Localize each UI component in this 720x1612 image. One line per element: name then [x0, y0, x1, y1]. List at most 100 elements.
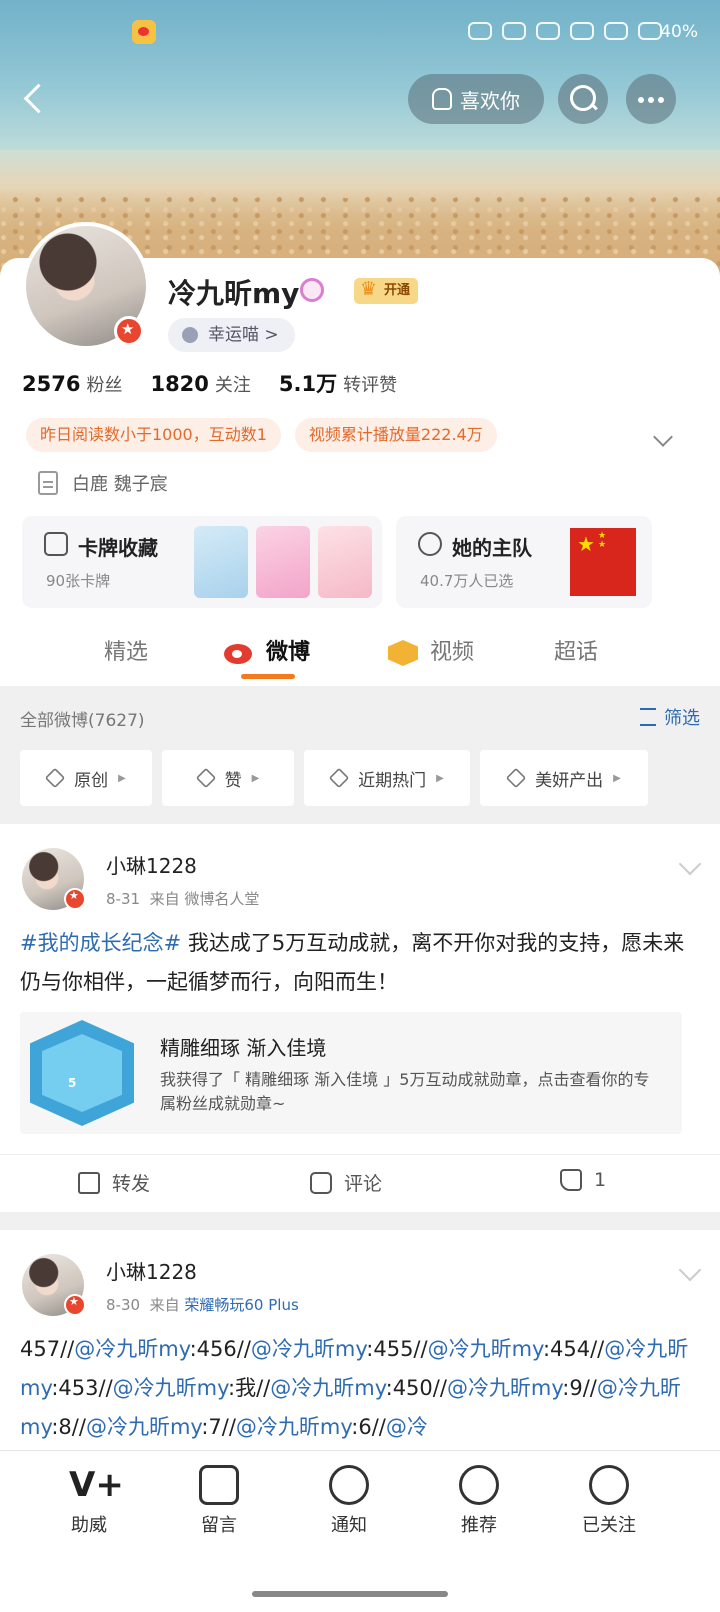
bottom-label: 已关注	[582, 1515, 636, 1536]
tab-featured[interactable]: 精选	[104, 634, 148, 666]
stat-likes[interactable]: 5.1万 转评赞	[279, 368, 397, 398]
layers-icon	[505, 767, 527, 789]
message-button[interactable]: 留言	[174, 1465, 264, 1537]
achievement-card[interactable]: 5 精雕细琢 渐入佳境 我获得了「 精雕细琢 渐入佳境 」5万互动成就勋章，点击…	[20, 1012, 682, 1134]
video-icon	[388, 640, 418, 666]
like-button[interactable]: 1	[560, 1169, 606, 1191]
layers-icon	[44, 767, 66, 789]
filter-button[interactable]: 筛选	[636, 704, 700, 730]
stat-number: 2576	[22, 372, 81, 396]
achievement-description: 我获得了「 精雕细琢 渐入佳境 」5万互动成就勋章，点击查看你的专属粉丝成就勋章…	[160, 1070, 650, 1113]
comment-button[interactable]: 评论	[310, 1169, 382, 1196]
chevron-down-icon[interactable]	[678, 852, 702, 876]
mention-link[interactable]: @冷九昕my	[74, 1337, 189, 1361]
post-text-fragment: :8//	[51, 1415, 86, 1439]
vip-open-badge[interactable]: 开通	[354, 276, 419, 304]
achievement-tags: 昨日阅读数小于1000，互动数1 视频累计播放量222.4万	[26, 418, 497, 452]
notification-icon	[536, 22, 560, 40]
profile-tabs: 精选 微博 视频 超话	[0, 628, 720, 686]
post-meta: 8-30 来自 荣耀畅玩60 Plus	[106, 1294, 299, 1315]
chip-beauty[interactable]: 美妍产出 ▶	[480, 750, 648, 806]
comment-icon	[310, 1171, 332, 1194]
gender-badge-icon	[300, 278, 324, 302]
tab-video[interactable]: 视频	[430, 634, 474, 666]
active-tab-indicator	[241, 674, 295, 679]
card-team[interactable]: 她的主队 40.7万人已选	[396, 516, 652, 608]
chip-original[interactable]: 原创 ▶	[20, 750, 152, 806]
more-button[interactable]	[626, 74, 676, 124]
hand-icon	[432, 88, 452, 110]
mention-link[interactable]: @冷九昕my	[270, 1376, 385, 1400]
mention-link[interactable]: @冷九昕my	[251, 1337, 366, 1361]
post-author[interactable]: 小琳1228	[106, 1256, 197, 1285]
bottom-label: 推荐	[461, 1515, 497, 1536]
filter-chips: 原创 ▶ 赞 ▶ 近期热门 ▶ 美妍产出 ▶	[20, 750, 648, 806]
stat-label: 粉丝	[86, 375, 123, 396]
bottom-label: 留言	[201, 1515, 237, 1536]
post-text-fragment: :6//	[351, 1415, 386, 1439]
mention-link[interactable]: @冷九昕my	[113, 1376, 228, 1400]
card-thumbnail	[318, 526, 372, 598]
post-text-fragment: :9//	[562, 1376, 597, 1400]
post-text-fragment: :450//	[385, 1376, 447, 1400]
like-count: 1	[594, 1169, 607, 1191]
like-you-button[interactable]: 喜欢你	[408, 74, 544, 124]
mention-link[interactable]: @冷九昕my	[236, 1415, 351, 1439]
notify-button[interactable]: 通知	[304, 1465, 394, 1537]
chevron-down-icon[interactable]	[678, 1258, 702, 1282]
post-topic[interactable]: #我的成长纪念#	[20, 931, 181, 955]
signal-icon	[570, 22, 594, 40]
mention-link[interactable]: @冷九昕my	[447, 1376, 562, 1400]
stat-following[interactable]: 1820 关注	[150, 371, 250, 397]
read-stat-tag[interactable]: 昨日阅读数小于1000，互动数1	[26, 418, 281, 452]
feed-post[interactable]: 小琳1228 8-31 来自 微博名人堂 #我的成长纪念# 我达成了5万互动成就…	[0, 824, 720, 1212]
feed-post[interactable]: 小琳1228 8-30 来自 荣耀畅玩60 Plus 457//@冷九昕my:4…	[0, 1230, 720, 1450]
recommend-button[interactable]: 推荐	[434, 1465, 524, 1537]
cheer-icon: V+	[69, 1465, 124, 1505]
post-source[interactable]: 荣耀畅玩60 Plus	[184, 1296, 298, 1314]
post-author[interactable]: 小琳1228	[106, 850, 197, 879]
mention-link[interactable]: @冷九昕my	[86, 1415, 201, 1439]
post-meta: 8-31 来自 微博名人堂	[106, 888, 259, 909]
feed-filter: 全部微博(7627) 筛选 原创 ▶ 赞 ▶ 近期热门 ▶ 美妍产出 ▶	[0, 688, 720, 822]
post-date: 8-30	[106, 1296, 141, 1314]
profile-card: 冷九昕my 开通 幸运喵 > 2576粉丝 1820关注 5.1万转评赞 昨日阅…	[0, 222, 720, 686]
chevron-down-icon[interactable]	[653, 427, 673, 447]
chevron-up-icon	[459, 1465, 499, 1505]
back-icon[interactable]	[18, 80, 58, 120]
stat-number: 5.1万	[278, 372, 338, 396]
tab-weibo[interactable]: 微博	[266, 634, 310, 666]
video-stat-tag[interactable]: 视频累计播放量222.4万	[294, 418, 497, 452]
mention-link[interactable]: @冷	[386, 1415, 428, 1439]
post-source-prefix: 来自	[149, 890, 180, 908]
message-icon	[199, 1465, 239, 1505]
cheer-button[interactable]: V+ 助威	[44, 1465, 134, 1537]
profile-cards: 卡牌收藏 90张卡牌 她的主队 40.7万人已选	[22, 516, 652, 608]
all-posts-count: 全部微博(7627)	[20, 711, 145, 731]
stat-fans[interactable]: 2576 粉丝	[22, 371, 122, 397]
lucky-tag[interactable]: 幸运喵 >	[168, 318, 295, 352]
mention-link[interactable]: @冷九昕my	[428, 1337, 543, 1361]
post-text: 457//@冷九昕my:456//@冷九昕my:455//@冷九昕my:454/…	[20, 1330, 700, 1447]
stat-number: 1820	[150, 372, 209, 396]
achievement-title: 精雕细琢 渐入佳境	[160, 1036, 327, 1060]
comment-label: 评论	[344, 1173, 383, 1195]
card-collection[interactable]: 卡牌收藏 90张卡牌	[22, 516, 382, 608]
home-indicator[interactable]	[252, 1591, 448, 1597]
card-title: 卡牌收藏	[78, 536, 158, 560]
chip-liked[interactable]: 赞 ▶	[162, 750, 294, 806]
card-subtitle: 90张卡牌	[46, 572, 111, 590]
document-icon	[38, 471, 58, 495]
repost-button[interactable]: 转发	[78, 1169, 150, 1196]
post-text-fragment: 457//	[20, 1337, 75, 1361]
search-button[interactable]	[558, 74, 608, 124]
stat-label: 关注	[214, 375, 251, 396]
wifi-icon	[604, 22, 628, 40]
layers-icon	[328, 767, 350, 789]
chip-label: 原创	[74, 770, 109, 791]
tab-supertopic[interactable]: 超话	[554, 634, 598, 666]
chip-hot[interactable]: 近期热门 ▶	[304, 750, 470, 806]
chip-arrow-icon: ▶	[251, 772, 260, 784]
bottom-label: 通知	[331, 1515, 367, 1536]
following-button[interactable]: 已关注	[564, 1465, 654, 1537]
